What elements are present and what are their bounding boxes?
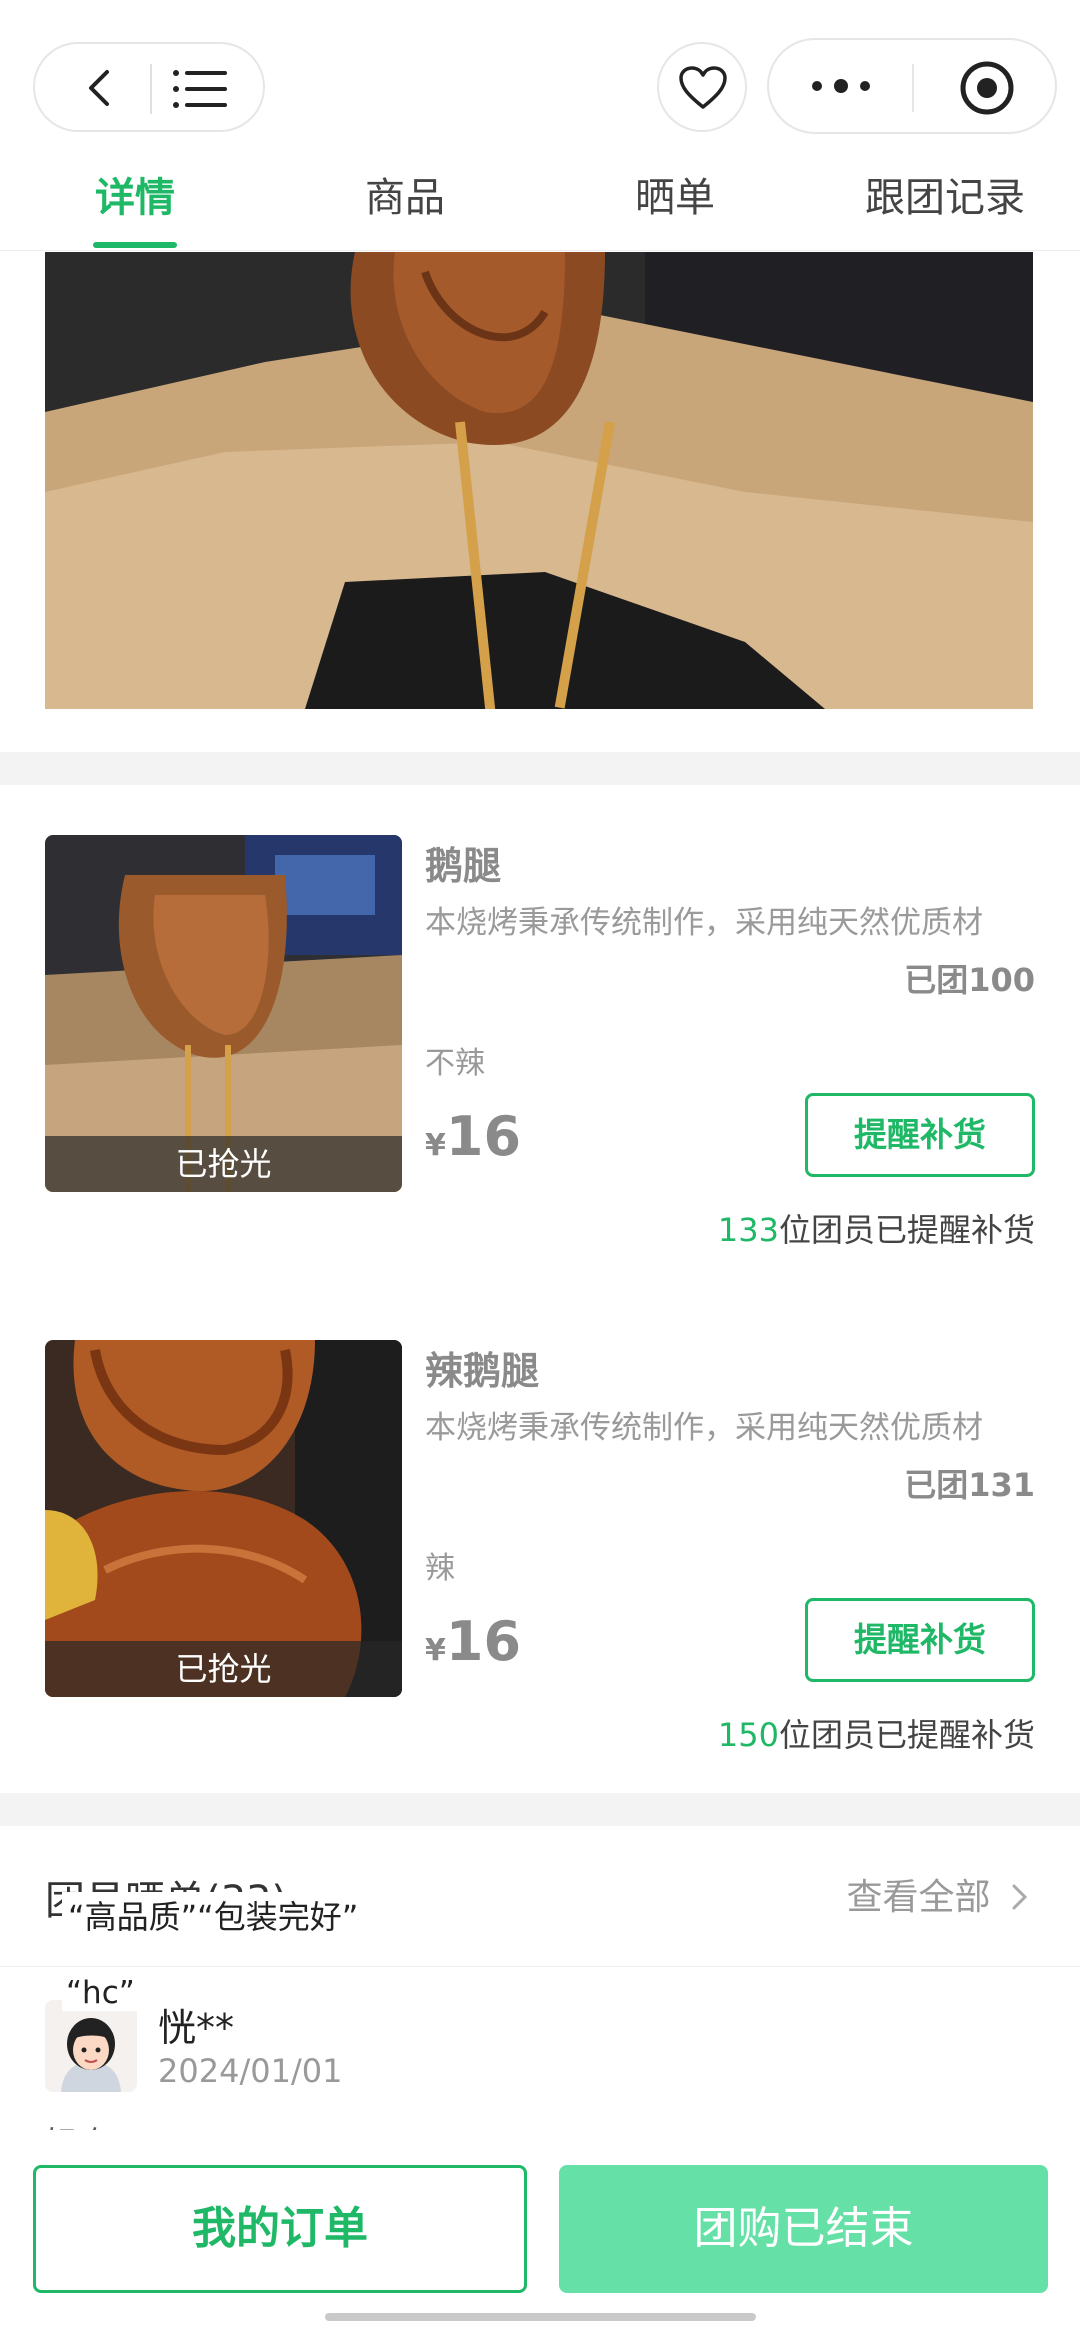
sold-out-label: 已抢光 [45,1641,402,1697]
price-value: 16 [445,1610,522,1673]
review-text: 好吃 [45,2118,109,2130]
reviewer-name: 恍** [158,2006,235,2050]
restock-reminder-button[interactable]: 提醒补货 [805,1093,1035,1177]
heart-icon [679,66,727,109]
product-image: 已抢光 [45,1340,402,1697]
product-price: ¥16 [425,1610,521,1673]
product-image: 已抢光 [45,835,402,1192]
avatar [45,2000,137,2092]
product-description: 本烧烤秉承传统制作，采用纯天然优质材 [425,905,983,941]
nav-capsule-right [767,38,1057,134]
view-all-link[interactable]: 查看全部 [847,1868,1030,1920]
review-divider [0,1966,1080,1967]
reminder-count: 133位团员已提醒补货 [718,1205,1035,1251]
group-buy-ended-button[interactable]: 团购已结束 [559,2165,1048,2293]
reminder-count: 150位团员已提醒补货 [718,1710,1035,1756]
currency-symbol: ¥ [425,1633,446,1668]
review-hc-tag: “hc” [62,1975,139,2011]
reminder-count-text: 位团员已提醒补货 [778,1211,1035,1249]
currency-symbol: ¥ [425,1128,446,1163]
section-gap [0,752,1080,785]
bottom-action-bar: 我的订单 团购已结束 [0,2140,1080,2326]
my-orders-button[interactable]: 我的订单 [33,2165,527,2293]
active-tab-indicator [93,242,177,248]
product-spec: 不辣 [425,1046,485,1081]
product-card[interactable]: 已抢光 辣鹅腿 本烧烤秉承传统制作，采用纯天然优质材 已团131 辣 ¥16 提… [0,1290,1080,1793]
sold-count: 已团100 [904,961,1035,999]
home-indicator [325,2313,756,2321]
sold-out-label: 已抢光 [45,1136,402,1192]
product-name: 辣鹅腿 [425,1349,540,1393]
product-spec: 辣 [425,1551,455,1586]
nav-capsule-left [33,42,265,132]
favorite-button[interactable] [657,42,747,132]
reminder-count-number: 133 [717,1211,779,1249]
more-dots-icon[interactable] [809,76,873,96]
review-date: 2024/01/01 [158,2052,343,2090]
section-gap [0,1793,1080,1826]
review-tags: “高品质”“包装完好” [62,1892,365,1938]
tab-bar: 详情 商品 晒单 跟团记录 [0,150,1080,250]
price-value: 16 [445,1105,522,1168]
capsule-separator [912,64,914,112]
list-menu-icon[interactable] [171,68,231,110]
view-all-label: 查看全部 [846,1877,991,1918]
capsule-separator [150,64,152,114]
tab-bar-border [0,250,1080,251]
reminder-count-number: 150 [717,1716,779,1754]
product-price: ¥16 [425,1105,521,1168]
tab-products[interactable]: 商品 [350,168,460,228]
tab-reviews[interactable]: 晒单 [620,168,730,228]
sold-count: 已团131 [904,1466,1035,1504]
reminder-count-text: 位团员已提醒补货 [778,1716,1035,1754]
tab-group-records[interactable]: 跟团记录 [860,168,1030,228]
record-target-icon[interactable] [959,60,1015,116]
chevron-right-icon [1012,1884,1028,1910]
back-arrow-icon[interactable] [79,66,123,110]
hero-food-image [45,252,1033,709]
product-name: 鹅腿 [425,844,502,888]
product-description: 本烧烤秉承传统制作，采用纯天然优质材 [425,1410,983,1446]
product-card[interactable]: 已抢光 鹅腿 本烧烤秉承传统制作，采用纯天然优质材 已团100 不辣 ¥16 提… [0,785,1080,1290]
tab-details[interactable]: 详情 [80,168,190,228]
restock-reminder-button[interactable]: 提醒补货 [805,1598,1035,1682]
